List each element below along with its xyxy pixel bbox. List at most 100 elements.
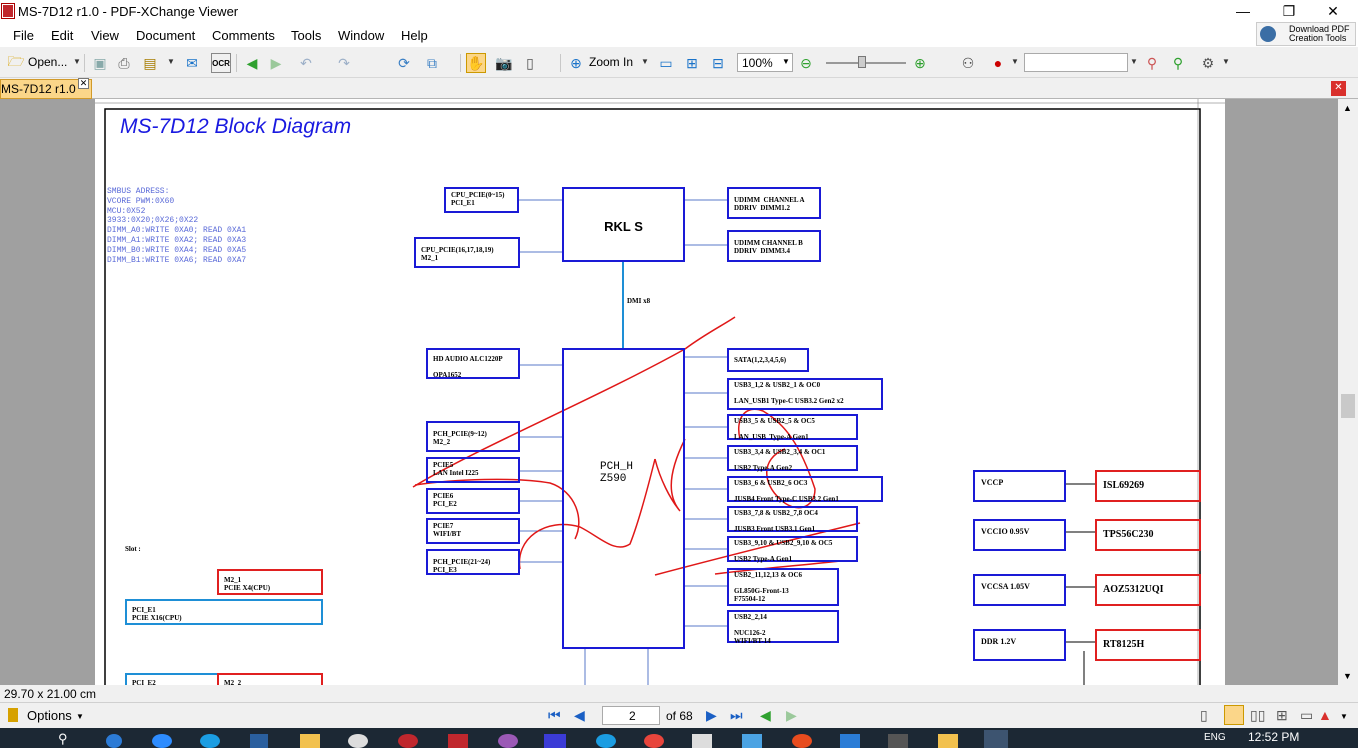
spellcheck-dropdown[interactable]: ▼	[1011, 57, 1019, 66]
settings-dropdown[interactable]: ▼	[1222, 57, 1230, 66]
menu-document[interactable]: Document	[136, 28, 195, 43]
cpu-label: RKL S	[604, 219, 643, 234]
menu-file[interactable]: File	[13, 28, 34, 43]
taskbar-app-icon[interactable]	[398, 734, 418, 748]
taskbar-app-icon[interactable]	[888, 734, 908, 748]
search-input[interactable]	[1024, 53, 1128, 72]
continuous-page-icon[interactable]	[1224, 705, 1244, 725]
hand-tool-icon[interactable]: ✋	[466, 53, 486, 73]
settings-icon[interactable]: ⚙	[1198, 53, 1218, 73]
prev-page-icon[interactable]: ◀	[574, 707, 585, 724]
zoom-level-field[interactable]: 100% ▼	[737, 53, 793, 72]
scan-dropdown[interactable]: ▼	[167, 57, 175, 66]
search-icon[interactable]: ⚲	[58, 731, 68, 747]
spellcheck-icon[interactable]: ●	[988, 53, 1008, 73]
scroll-up-icon[interactable]: ▲	[1343, 103, 1352, 113]
undo-icon[interactable]: ↶	[296, 53, 316, 73]
actual-size-icon[interactable]: ▭	[656, 53, 676, 73]
separator	[84, 54, 85, 72]
options-button[interactable]: Options	[27, 708, 72, 723]
open-dropdown[interactable]: ▼	[73, 57, 81, 66]
taskbar-app-icon[interactable]	[250, 734, 268, 748]
select-text-icon[interactable]: ▯	[520, 53, 540, 73]
back-icon[interactable]: ◀	[242, 53, 262, 73]
zoom-out-circle-icon[interactable]: ⊖	[796, 53, 816, 73]
vscode-icon[interactable]	[840, 734, 860, 748]
edge-icon[interactable]	[200, 734, 220, 748]
single-page-icon[interactable]: ▯	[1200, 707, 1208, 724]
close-document-icon[interactable]: ✕	[1331, 81, 1346, 96]
pcie6-box-text: PCIE6 PCI_E2	[433, 492, 457, 508]
zoom-in-button[interactable]: Zoom In	[589, 55, 633, 69]
facing-pages-icon[interactable]: ▯▯	[1250, 707, 1265, 724]
pdf-icon[interactable]: ▲	[1318, 707, 1332, 723]
rotate-icon[interactable]: ⟳	[394, 53, 414, 73]
redo-icon[interactable]: ↷	[334, 53, 354, 73]
pcie5-box-text: PCIE5 LAN Intel I225	[433, 461, 479, 477]
options-dropdown[interactable]: ▼	[76, 712, 84, 721]
pdf-viewer-taskbar-icon[interactable]	[448, 734, 468, 748]
continuous-facing-icon[interactable]: ⊞	[1276, 707, 1288, 724]
vertical-scrollbar[interactable]: ▲ ▼	[1338, 99, 1358, 685]
next-page-icon[interactable]: ▶	[706, 707, 717, 724]
scroll-down-icon[interactable]: ▼	[1343, 671, 1352, 681]
clock-time[interactable]: 12:52 PM	[1248, 730, 1299, 744]
menu-tools[interactable]: Tools	[291, 28, 321, 43]
split-view-icon[interactable]: ▭	[1300, 707, 1313, 724]
active-app-icon[interactable]	[984, 730, 1008, 748]
taskbar-app-icon[interactable]	[742, 734, 762, 748]
taskbar-app-icon[interactable]	[596, 734, 616, 748]
menu-comments[interactable]: Comments	[212, 28, 275, 43]
taskbar-app-icon[interactable]	[300, 734, 320, 748]
scroll-thumb[interactable]	[1341, 394, 1355, 418]
taskbar-app-icon[interactable]	[498, 734, 518, 748]
find-icon[interactable]: ⚲	[1142, 53, 1162, 73]
zoom-app-icon[interactable]	[152, 734, 172, 748]
minimize-button[interactable]: —	[1220, 0, 1266, 24]
zoom-in-icon[interactable]: ⊕	[566, 53, 586, 73]
zoom-in-dropdown[interactable]: ▼	[641, 57, 649, 66]
glasses-icon[interactable]: ⚇	[958, 53, 978, 73]
taskbar-app-icon[interactable]	[792, 734, 812, 748]
last-page-icon[interactable]: ⏭	[730, 707, 743, 724]
print-icon[interactable]: ⎙	[114, 53, 134, 73]
menu-edit[interactable]: Edit	[51, 28, 73, 43]
tab-close-icon[interactable]: ✕	[78, 78, 89, 89]
language-indicator[interactable]: ENG	[1204, 732, 1226, 743]
history-back-icon[interactable]: ◀	[760, 707, 771, 724]
taskbar-app-icon[interactable]	[348, 734, 368, 748]
search-dropdown[interactable]: ▼	[1130, 57, 1138, 66]
zoom-slider-handle[interactable]	[858, 56, 866, 68]
zoom-slider[interactable]	[826, 62, 906, 64]
open-folder-icon[interactable]: 🗁	[6, 53, 26, 73]
download-tools-button[interactable]: Download PDF Creation Tools	[1256, 22, 1356, 46]
snapshot-icon[interactable]: 📷	[494, 53, 514, 73]
email-icon[interactable]: ✉	[182, 53, 202, 73]
fit-page-icon[interactable]: ⊞	[682, 53, 702, 73]
taskbar-app-icon[interactable]	[692, 734, 712, 748]
scan-icon[interactable]: ▤	[140, 53, 160, 73]
fit-width-icon[interactable]: ⊟	[708, 53, 728, 73]
cpu-pcie-box-2: CPU_PCIE(16,17,18,19) M2_1	[414, 237, 520, 268]
menu-window[interactable]: Window	[338, 28, 384, 43]
page-icon[interactable]: ⧉	[422, 53, 442, 73]
menu-help[interactable]: Help	[401, 28, 428, 43]
maximize-button[interactable]: ❐	[1266, 0, 1312, 24]
view-dropdown[interactable]: ▼	[1340, 712, 1348, 721]
first-page-icon[interactable]: ⏮	[548, 707, 561, 724]
taskbar-app-icon[interactable]	[106, 734, 122, 748]
menu-view[interactable]: View	[91, 28, 119, 43]
forward-icon[interactable]: ▶	[266, 53, 286, 73]
page-number-input[interactable]: 2	[602, 706, 660, 725]
zoom-level-dropdown[interactable]: ▼	[782, 57, 790, 66]
ocr-icon[interactable]: OCR	[211, 53, 231, 73]
chrome-icon[interactable]	[644, 734, 664, 748]
save-icon[interactable]: ▣	[90, 53, 110, 73]
history-forward-icon[interactable]: ▶	[786, 707, 797, 724]
taskbar-app-icon[interactable]	[544, 734, 566, 748]
find-next-icon[interactable]: ⚲	[1168, 53, 1188, 73]
zoom-in-circle-icon[interactable]: ⊕	[910, 53, 930, 73]
file-explorer-icon[interactable]	[938, 734, 958, 748]
open-button[interactable]: Open...	[28, 55, 67, 69]
close-button[interactable]: ✕	[1310, 0, 1356, 24]
